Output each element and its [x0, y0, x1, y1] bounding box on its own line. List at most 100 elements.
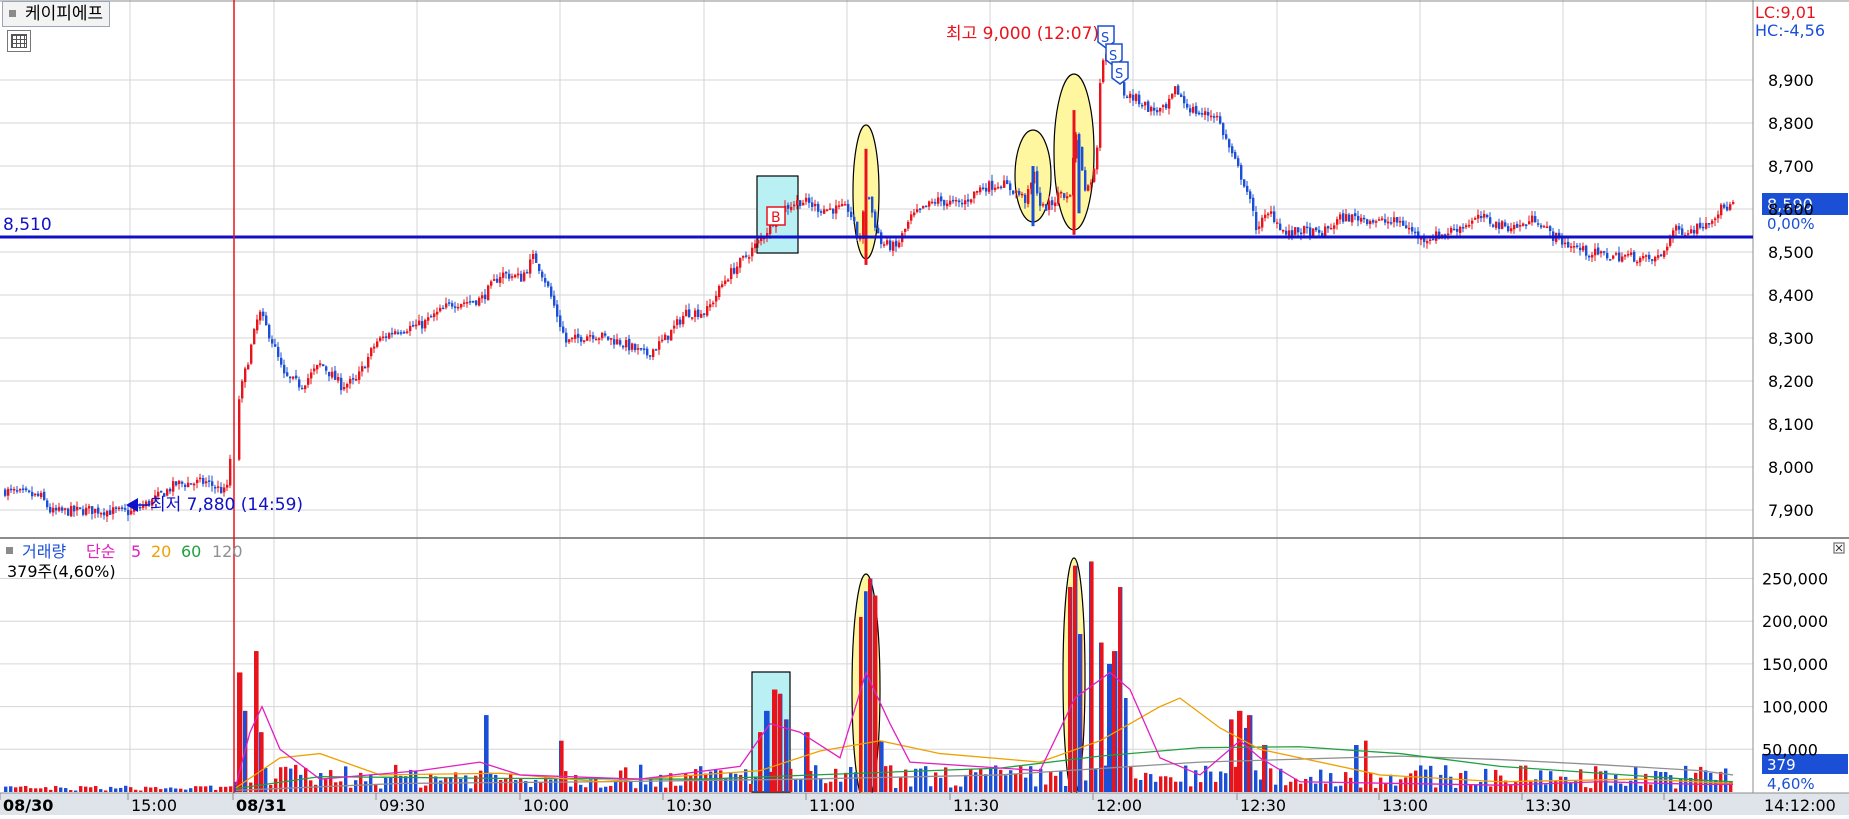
price-candle-body-413: [1243, 179, 1246, 187]
price-candle-body-82: [250, 344, 253, 364]
price-candle-body-243: [733, 267, 736, 274]
price-candle-body-117: [355, 379, 358, 381]
volume-bar-323: [1619, 783, 1623, 792]
price-candle-body-423: [1273, 211, 1276, 223]
table-view-button[interactable]: [7, 30, 31, 52]
price-candle-body-162: [490, 281, 493, 286]
price-candle-body-80: [244, 368, 247, 383]
volume-bar-116: [584, 787, 588, 792]
price-candle-body-170: [514, 274, 517, 278]
volume-bar-81: [409, 769, 413, 792]
volume-bar-177: [889, 765, 893, 792]
price-candle-body-492: [1480, 215, 1483, 219]
volume-bar-244: [1224, 773, 1228, 792]
price-candle-body-128: [388, 333, 391, 339]
price-candle-body-540: [1624, 255, 1627, 257]
volume-bar-190: [954, 785, 958, 792]
volume-bar-187: [939, 777, 943, 792]
price-candle-body-453: [1363, 217, 1366, 220]
volume-bar-170: [854, 772, 858, 792]
price-candle-body-235: [709, 304, 712, 308]
price-candle-body-157: [475, 300, 478, 305]
price-candle-body-33: [103, 512, 106, 516]
price-candle-body-68: [208, 480, 211, 482]
price-candle-body-142: [430, 316, 433, 318]
stock-title-tab[interactable]: 케이피에프: [2, 1, 111, 27]
price-candle-body-499: [1501, 221, 1504, 229]
volume-bar-278: [1394, 785, 1398, 792]
price-candle-body-112: [340, 377, 343, 391]
price-candle-body-425: [1279, 223, 1282, 231]
volume-bar-292: [1464, 770, 1468, 792]
price-candle-body-200: [604, 333, 607, 336]
price-candle-body-417: [1255, 211, 1258, 231]
volume-bar-276: [1384, 783, 1388, 792]
price-candle-body-419: [1261, 217, 1264, 228]
volume-bar-261: [1309, 776, 1313, 792]
price-candle-body-445: [1339, 214, 1342, 220]
volume-bar-313: [1569, 782, 1573, 792]
price-candle-body-507: [1525, 224, 1528, 227]
price-candle-body-212: [640, 347, 643, 350]
price-candle-body-146: [442, 307, 445, 310]
price-candle-body-393: [1183, 96, 1186, 104]
price-candle-body-193: [583, 340, 586, 342]
price-candle-body-414: [1246, 185, 1249, 192]
price-candle-body-544: [1636, 261, 1639, 264]
volume-bar-285: [1429, 765, 1433, 792]
price-candle-body-144: [436, 311, 439, 315]
price-candle-body-204: [616, 339, 619, 345]
volume-bar-200: [1004, 775, 1008, 792]
volume-bar-35: [179, 788, 183, 792]
price-candle-body-28: [88, 506, 91, 509]
price-candle-body-104: [316, 364, 319, 370]
price-candle-body-336: [1012, 190, 1015, 194]
price-candle-body-433: [1303, 226, 1306, 234]
price-candle-body-214: [646, 348, 649, 356]
volume-bar-43: [219, 786, 223, 792]
price-candle-body-462: [1390, 222, 1393, 224]
price-candle-body-100: [304, 385, 307, 390]
price-candle-body-572: [1720, 204, 1723, 216]
price-candle-body-99: [301, 387, 304, 390]
price-candle-body-159: [481, 295, 484, 299]
volume-bar-266: [1334, 786, 1338, 792]
price-candle-body-366: [1102, 60, 1105, 83]
price-candle-body-84: [256, 319, 259, 331]
volume-bar-303: [1519, 765, 1523, 792]
price-candle-body-408: [1228, 139, 1231, 148]
price-candle-body-252: [760, 238, 763, 242]
volume-bar-197: [989, 767, 993, 792]
price-candle-body-64: [196, 479, 199, 484]
chart-canvas[interactable]: 8,510 최고 9,000 (12:07) 최저 7,880 (14:59) …: [0, 0, 1849, 815]
price-candle-body-179: [541, 271, 544, 278]
price-candle-body-131: [397, 332, 400, 334]
price-candle-body-148: [448, 302, 451, 304]
price-candle-body-182: [550, 286, 553, 297]
price-spike-candle-3: [1077, 140, 1081, 214]
volume-bar-120: [604, 786, 608, 792]
buy-marker-label: B: [771, 210, 781, 226]
price-candle-body-451: [1357, 215, 1360, 221]
volume-bar-229: [1149, 774, 1153, 792]
price-candle-body-56: [172, 481, 175, 492]
volume-bar-93: [469, 788, 473, 792]
volume-bar-98: [494, 774, 498, 792]
buy-marker-icon[interactable]: B: [766, 206, 786, 226]
volume-bar-135: [679, 785, 683, 792]
price-candle-body-277: [835, 205, 838, 214]
price-candle-body-332: [1000, 186, 1003, 189]
price-candle-body-208: [628, 338, 631, 351]
sell-marker-icon-3[interactable]: S: [1111, 61, 1129, 85]
volume-bar-299: [1499, 775, 1503, 792]
price-candle-body-350: [1054, 202, 1057, 207]
price-candle-body-483: [1453, 228, 1456, 231]
volume-bar-226: [1134, 778, 1138, 792]
price-candle-body-91: [277, 346, 280, 357]
volume-bar-7: [39, 788, 43, 792]
price-candle-body-10: [34, 493, 37, 496]
price-candle-body-194: [586, 336, 589, 341]
x-tick-1: 15:00: [131, 796, 177, 815]
volume-bar-228: [1144, 772, 1148, 792]
price-candle-body-322: [970, 199, 973, 203]
